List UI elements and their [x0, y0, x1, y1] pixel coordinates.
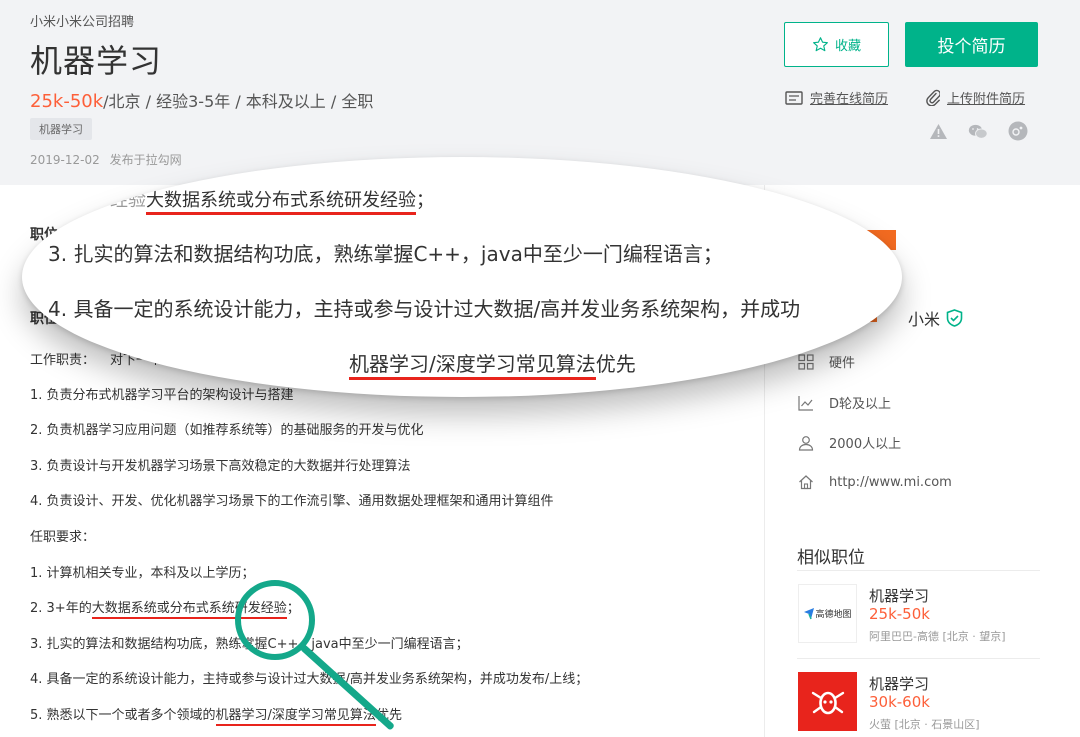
apply-button[interactable]: 投个简历: [905, 22, 1038, 67]
page-title: 机器学习: [30, 42, 163, 80]
similar-job-salary-1: 25k-50k: [869, 605, 930, 623]
similar-job-item-2[interactable]: 机器学习 30k-60k 火萤 [北京 · 石景山区]: [798, 672, 1040, 734]
lens-line-top: 经验大数据系统或分布式系统研发经验；: [110, 186, 434, 215]
favorite-label: 收藏: [834, 39, 861, 54]
trend-chart-icon: [798, 395, 813, 411]
star-icon: [813, 37, 828, 52]
favorite-button[interactable]: 收藏: [784, 22, 889, 67]
lens-line-4: 4. 具备一定的系统设计能力，主持或参与设计过大数据/高并发业务系统架构，并成功: [48, 297, 801, 321]
map-pin-icon: [804, 607, 815, 619]
job-requirements-line: 25k-50k/北京 / 经验3-5年 / 本科及以上 / 全职: [30, 88, 373, 112]
lens-top-suffix: ；: [416, 190, 434, 211]
lens-top-highlight: 大数据系统或分布式系统研发经验: [146, 190, 416, 215]
company-site[interactable]: http://www.mi.com: [798, 474, 952, 490]
upload-resume-label: 上传附件简历: [947, 92, 1026, 107]
share-icon[interactable]: [1008, 121, 1028, 141]
duty-item-2: 2. 负责机器学习应用问题（如推荐系统等）的基础服务的开发与优化: [30, 423, 424, 438]
magnified-excerpt: 经验大数据系统或分布式系统研发经验； 3. 扎实的算法和数据结构功底，熟练掌握C…: [22, 157, 902, 397]
similar-job-item-1[interactable]: 高德地图 机器学习 25k-50k 阿里巴巴-高德 [北京 · 望京]: [798, 584, 1040, 646]
duty-item-4: 4. 负责设计、开发、优化机器学习场景下的工作流引擎、通用数据处理框架和通用计算…: [30, 494, 554, 509]
company-stage-text: D轮及以上: [829, 397, 892, 412]
similar-divider-mid: [797, 658, 1040, 659]
upload-resume-link[interactable]: 上传附件简历: [926, 88, 1025, 107]
similar-job-logo-1: 高德地图: [798, 584, 857, 643]
similar-job-logo-1-text: 高德地图: [815, 610, 852, 620]
requirement-heading: 任职要求：: [30, 530, 96, 545]
lens-line-3: 3. 扎实的算法和数据结构功底，熟练掌握C++，java中至少一门编程语言；: [48, 242, 723, 266]
requirement-item-5: 5. 熟悉以下一个或者多个领域的机器学习/深度学习常见算法优先: [30, 704, 402, 726]
publish-info: 2019-12-02 发布于拉勾网: [30, 151, 188, 168]
wechat-icon[interactable]: [968, 121, 988, 141]
requirement-item-4: 4. 具备一定的系统设计能力，主持或参与设计过大数据/高并发业务系统架构，并成功…: [30, 672, 589, 687]
lens-line-5-highlight: 机器学习/深度学习常见算法: [349, 352, 596, 380]
company-size: 2000人以上: [798, 433, 901, 452]
requirement-2-prefix: 2. 3+年的: [30, 601, 92, 616]
duty-item-1: 1. 负责分布式机器学习平台的架构设计与搭建: [30, 388, 294, 403]
resume-icon: [785, 90, 803, 105]
verified-shield-icon: [946, 309, 963, 327]
company-industry-text: 硬件: [829, 356, 856, 371]
lens-line-5: 机器学习/深度学习常见算法优先: [349, 348, 636, 380]
company-stage: D轮及以上: [798, 393, 891, 412]
duty-heading: 工作职责：: [30, 353, 96, 368]
company-line[interactable]: 小米小米公司招聘: [30, 11, 134, 30]
warning-icon[interactable]: [928, 121, 948, 141]
company-industry: 硬件: [798, 352, 855, 371]
person-icon: [798, 435, 814, 451]
requirement-5-highlight: 机器学习/深度学习常见算法: [215, 708, 376, 726]
similar-job-salary-2: 30k-60k: [869, 693, 930, 711]
similar-job-name-1: 机器学习: [869, 587, 930, 605]
firefly-logo-icon: [811, 691, 844, 714]
duty-item-3: 3. 负责设计与开发机器学习场景下高效稳定的大数据并行处理算法: [30, 459, 411, 474]
salary: 25k-50k: [30, 91, 104, 112]
similar-job-company-2: 火萤 [北京 · 石景山区]: [869, 718, 980, 731]
company-size-text: 2000人以上: [829, 437, 902, 452]
lens-top-prefix: 经验: [110, 190, 146, 211]
requirement-item-1: 1. 计算机相关专业，本科及以上学历；: [30, 566, 255, 581]
requirement-5-prefix: 5. 熟悉以下一个或者多个领域的: [30, 708, 216, 723]
home-icon: [799, 475, 813, 490]
requirements-text: /北京 / 经验3-5年 / 本科及以上 / 全职: [103, 92, 374, 111]
company-name-text: 小米: [908, 310, 941, 329]
company-site-text: http://www.mi.com: [829, 474, 952, 490]
publish-source: 发布于拉勾网: [109, 153, 182, 167]
lens-line-5-suffix: 优先: [595, 352, 636, 376]
similar-job-company-1: 阿里巴巴-高德 [北京 · 望京]: [869, 630, 1006, 643]
similar-jobs-title: 相似职位: [797, 548, 865, 568]
paperclip-icon: [926, 89, 940, 106]
publish-date: 2019-12-02: [30, 153, 100, 167]
complete-online-resume-link[interactable]: 完善在线简历: [785, 88, 888, 107]
similar-job-logo-2: [798, 672, 857, 731]
complete-online-resume-label: 完善在线简历: [810, 92, 889, 107]
similar-divider-top: [797, 570, 1040, 571]
job-tag[interactable]: 机器学习: [30, 118, 92, 140]
action-icons: [928, 121, 1028, 141]
company-name[interactable]: 小米: [908, 306, 963, 330]
similar-job-name-2: 机器学习: [869, 675, 930, 693]
grid-icon: [798, 353, 814, 370]
job-header: 小米小米公司招聘 机器学习 25k-50k/北京 / 经验3-5年 / 本科及以…: [0, 0, 1080, 185]
